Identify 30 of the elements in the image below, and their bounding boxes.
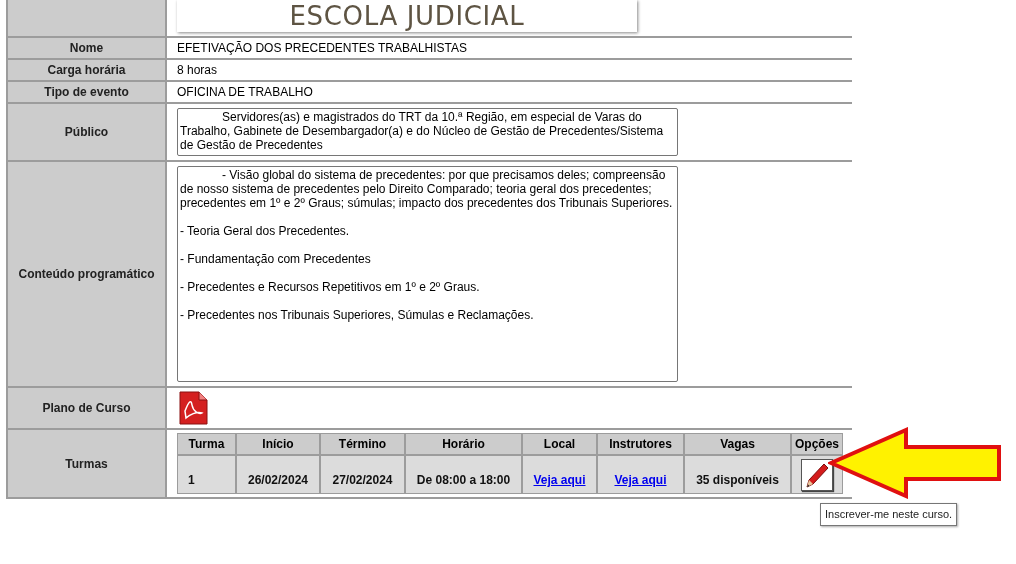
text-area[interactable]: - Visão global do sistema de precedentes: por que precisamos deles; compreensão de nosso sistema de precedentes pelo Direito Comparado; teoria geral dos precedentes; precedentes em 1º e 2º Graus; súmulas; impacto dos precedentes dos Tribunais Superiores. - Teoria Geral dos Precedentes. - Fundamentação com Precedentes - Precedentes e Recursos Repetitivos em 1º e 2º Graus. - Precedentes nos Tribunais Superiores, Súmulas e Reclamações. bbox=[177, 166, 678, 382]
column-header: Início bbox=[262, 436, 294, 453]
field-label: Público bbox=[64, 124, 109, 141]
field-value: OFICINA DE TRABALHO bbox=[177, 84, 313, 101]
table-cell-text: 27/02/2024 bbox=[332, 472, 393, 489]
table-cell-text: 35 disponíveis bbox=[696, 472, 779, 489]
tooltip: Inscrever-me neste curso. bbox=[820, 503, 958, 526]
column-header: Término bbox=[338, 436, 387, 453]
column-header: Horário bbox=[442, 436, 485, 453]
text-area[interactable]: Servidores(as) e magistrados do TRT da 10.ª Região, em especial de Varas do Trabalho, Gabinete de Desembargador(a) e do Núcleo de Gestão de Precedentes/Sistema de Gestão de Precedentes bbox=[177, 108, 678, 156]
pencil-icon bbox=[805, 461, 829, 488]
field-label: Carga horária bbox=[47, 62, 126, 79]
table-cell-text: De 08:00 a 18:00 bbox=[416, 472, 511, 489]
column-header: Vagas bbox=[720, 436, 755, 453]
field-value: EFETIVAÇÃO DOS PRECEDENTES TRABALHISTAS bbox=[177, 40, 468, 57]
field-label: Conteúdo programático bbox=[18, 266, 155, 283]
table-cell-text: 1 bbox=[188, 472, 195, 489]
enroll-button[interactable] bbox=[801, 458, 833, 491]
banner-title: ESCOLA JUDICIAL bbox=[289, 1, 525, 31]
column-header: Instrutores bbox=[609, 436, 672, 453]
pdf-icon[interactable] bbox=[177, 391, 209, 425]
column-header: Local bbox=[543, 436, 576, 453]
table-cell-text: 26/02/2024 bbox=[247, 472, 309, 489]
column-header: Opções bbox=[795, 436, 839, 453]
field-label: Turmas bbox=[65, 455, 108, 473]
field-label: Plano de Curso bbox=[42, 400, 131, 417]
field-value: 8 horas bbox=[177, 62, 218, 79]
field-label: Nome bbox=[69, 40, 104, 57]
column-header: Turma bbox=[188, 436, 225, 453]
field-label: Tipo de evento bbox=[44, 84, 129, 101]
